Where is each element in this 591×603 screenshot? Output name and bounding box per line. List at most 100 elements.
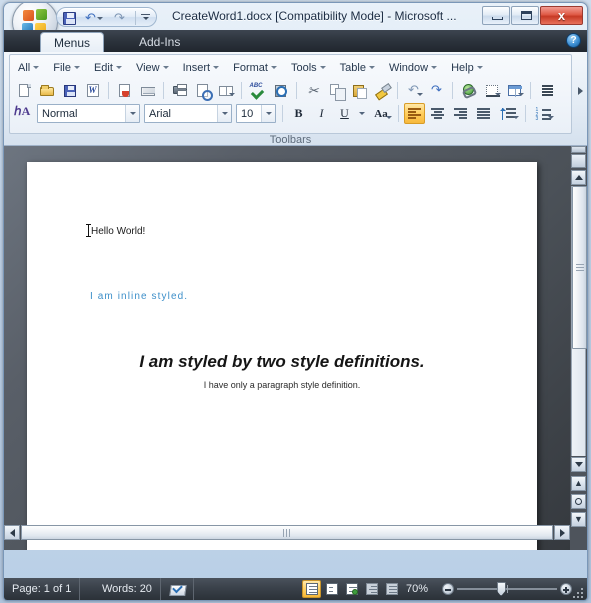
full-screen-reading-view-button[interactable] [322,580,341,598]
previous-page-button[interactable]: ▲ [571,476,586,491]
justify-button[interactable] [473,103,494,124]
underline-button[interactable]: U [334,103,355,124]
print-preview-icon[interactable] [192,80,213,101]
paragraph-two-style-definitions: I am styled by two style definitions. [139,352,425,371]
zoom-in-button[interactable] [560,583,572,595]
toolbar-divider [108,82,109,99]
chevron-down-icon[interactable] [261,105,275,122]
scroll-left-button[interactable] [4,525,20,540]
line-spacing-button[interactable] [496,103,520,124]
undo-icon[interactable]: ↶ [403,80,424,101]
chevron-down-icon[interactable] [125,105,139,122]
horizontal-scrollbar[interactable] [4,525,570,540]
zoom-out-button[interactable] [442,583,454,595]
research-icon[interactable] [270,80,291,101]
chevron-down-icon[interactable] [217,105,231,122]
toolbars-group: All File Edit View Insert Format Tools T… [9,54,572,134]
toolbar-overflow-icon[interactable] [577,84,585,96]
font-combo[interactable]: Arial [144,104,232,123]
zoom-level-label[interactable]: 70% [406,578,428,600]
save-icon[interactable] [59,10,80,26]
vertical-scroll-thumb[interactable] [572,186,587,349]
outline-view-button[interactable] [362,580,381,598]
help-label: ? [570,35,577,46]
align-right-button[interactable] [450,103,471,124]
redo-icon[interactable]: ↷ [426,80,447,101]
menu-edit[interactable]: Edit [88,60,128,76]
underline-dropdown-icon[interactable] [357,103,367,124]
align-left-button[interactable] [404,103,425,124]
font-size-combo[interactable]: 10 [236,104,276,123]
redo-icon[interactable]: ↷ [111,10,132,26]
page-number-status[interactable]: Page: 1 of 1 [4,578,81,600]
insert-table-icon[interactable] [504,80,525,101]
format-painter-icon[interactable] [371,80,392,101]
menu-tools[interactable]: Tools [285,60,332,76]
change-case-button[interactable]: Aa [369,103,393,124]
vertical-scroll-track[interactable] [571,186,587,456]
styles-and-formatting-icon[interactable]: ℎA [13,103,34,124]
print-icon[interactable] [169,80,190,101]
select-browse-object-button[interactable] [571,494,586,509]
draft-view-button[interactable] [382,580,401,598]
print-layout-view-button[interactable] [302,580,321,598]
chevron-down-icon [368,66,375,69]
word-count-status[interactable]: Words: 20 [94,578,161,600]
undo-icon[interactable]: ↶ [82,10,103,26]
vertical-scrollbar[interactable]: ▲ ▼ [570,146,587,550]
align-center-button[interactable] [427,103,448,124]
new-document-icon[interactable] [13,80,34,101]
web-layout-view-button[interactable] [342,580,361,598]
menu-help[interactable]: Help [445,60,489,76]
split-window-handle[interactable] [571,146,586,153]
italic-button[interactable]: I [311,103,332,124]
zoom-slider[interactable] [442,578,572,600]
customize-qat-icon[interactable] [139,12,155,24]
paste-icon[interactable] [348,80,369,101]
save-icon[interactable] [59,80,80,101]
reading-layout-icon[interactable] [215,80,236,101]
menu-format[interactable]: Format [227,60,283,76]
horizontal-scroll-track[interactable] [21,525,553,540]
email-attachment-icon[interactable] [114,80,135,101]
document-page[interactable]: Hello World! I am inline styled. I am st… [27,162,537,550]
next-page-button[interactable]: ▼ [571,512,586,527]
view-buttons [302,580,402,598]
horizontal-scroll-thumb[interactable] [21,525,553,540]
scroll-up-button[interactable] [571,170,586,185]
menu-label: Window [388,61,429,74]
chevron-down-icon [476,66,483,69]
menu-file[interactable]: File [47,60,86,76]
proofing-errors-icon[interactable] [162,578,194,600]
bold-button[interactable]: B [288,103,309,124]
minimize-button[interactable] [482,6,510,25]
copy-icon[interactable] [325,80,346,101]
tab-menus[interactable]: Menus [40,32,105,52]
tables-and-borders-icon[interactable] [481,80,502,101]
numbered-list-button[interactable]: 123 [531,103,555,124]
insert-hyperlink-icon[interactable] [458,80,479,101]
menu-table[interactable]: Table [334,60,381,76]
close-button[interactable]: x [540,6,583,25]
scroll-right-button[interactable] [554,525,570,540]
open-folder-icon[interactable] [36,80,57,101]
document-map-thumbnail-icon[interactable] [571,154,586,168]
permission-document-icon[interactable] [82,80,103,101]
envelope-icon[interactable] [137,80,158,101]
menu-insert[interactable]: Insert [177,60,226,76]
tab-add-ins[interactable]: Add-Ins [126,32,193,52]
maximize-button[interactable] [511,6,539,25]
menu-all[interactable]: All [12,60,45,76]
columns-icon[interactable] [536,80,557,101]
resize-grip[interactable] [573,586,585,598]
scroll-down-button[interactable] [571,457,586,472]
document-canvas[interactable]: Hello World! I am inline styled. I am st… [4,146,587,550]
zoom-slider-handle[interactable] [496,582,506,596]
spelling-grammar-icon[interactable] [247,80,268,101]
menu-view[interactable]: View [130,60,175,76]
menu-window[interactable]: Window [383,60,443,76]
help-icon[interactable]: ? [566,33,581,48]
window-frame: ↶ ↷ CreateWord1.docx [Compatibility Mode… [3,2,588,601]
style-combo[interactable]: Normal [37,104,140,123]
cut-icon[interactable]: ✂ [302,80,323,101]
